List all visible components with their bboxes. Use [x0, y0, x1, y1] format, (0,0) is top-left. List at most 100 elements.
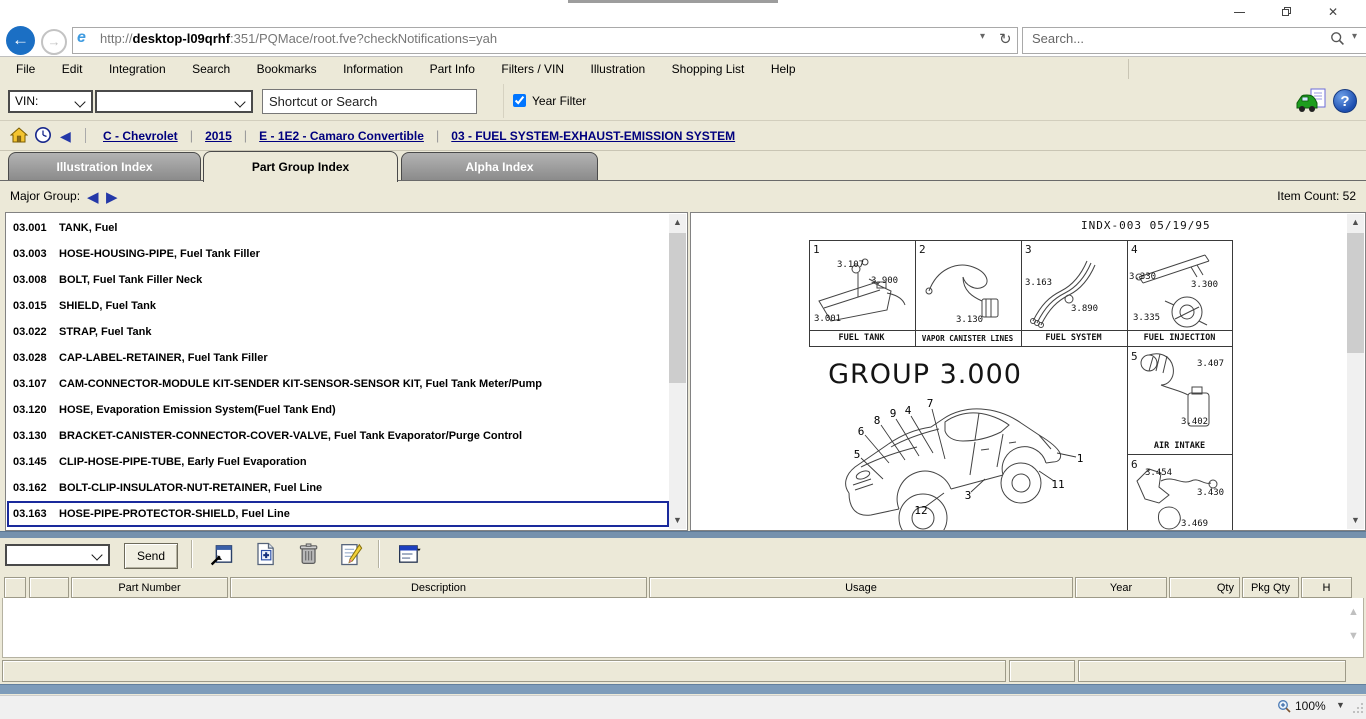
major-group-row	[0, 181, 1366, 212]
send-button[interactable]: Send	[124, 543, 178, 569]
part-ref[interactable]: 3.107	[837, 260, 864, 270]
results-scroll-down-icon[interactable]: ▼	[1348, 630, 1359, 642]
url-text[interactable]: http://desktop-l09qrhf:351/PQMace/root.f…	[100, 31, 497, 46]
list-item[interactable]: 03.107CAM-CONNECTOR-MODULE KIT-SENDER KI…	[6, 371, 646, 397]
search-icon[interactable]	[1330, 31, 1345, 46]
header-select-col[interactable]	[4, 577, 26, 598]
shortcut-search-input[interactable]	[262, 89, 477, 114]
part-ref[interactable]: 3.430	[1197, 488, 1224, 498]
list-item[interactable]: 03.145CLIP-HOSE-PIPE-TUBE, Early Fuel Ev…	[6, 449, 646, 475]
part-ref[interactable]: 3.335	[1133, 313, 1160, 323]
breadcrumb-group[interactable]: 03 - FUEL SYSTEM-EXHAUST-EMISSION SYSTEM	[451, 129, 735, 143]
menu-edit[interactable]: Edit	[51, 57, 94, 82]
resize-grip[interactable]	[1352, 702, 1364, 714]
zoom-dropdown-icon[interactable]: ▼	[1336, 700, 1345, 710]
year-filter-checkbox[interactable]	[513, 94, 526, 107]
list-item[interactable]: 03.008BOLT, Fuel Tank Filler Neck	[6, 267, 646, 293]
refresh-icon[interactable]: ↻	[999, 30, 1012, 48]
scroll-down-icon[interactable]: ▼	[669, 512, 686, 529]
send-target-select[interactable]	[5, 544, 110, 566]
part-ref[interactable]: 3.402	[1181, 417, 1208, 427]
part-ref[interactable]: 3.130	[956, 315, 983, 325]
list-scrollbar[interactable]: ▲ ▼	[669, 214, 686, 529]
home-icon[interactable]	[10, 126, 28, 144]
help-button[interactable]: ?	[1333, 89, 1357, 113]
header-h[interactable]: H	[1301, 577, 1352, 598]
menu-illustration[interactable]: Illustration	[580, 57, 657, 82]
menu-bookmarks[interactable]: Bookmarks	[246, 57, 328, 82]
menu-shopping-list[interactable]: Shopping List	[661, 57, 756, 82]
menu-information[interactable]: Information	[332, 57, 414, 82]
tab-part-group-index[interactable]: Part Group Index	[203, 151, 398, 182]
part-ref[interactable]: 3.900	[871, 276, 898, 286]
search-dropdown-icon[interactable]: ▾	[1352, 31, 1357, 42]
add-item-icon[interactable]	[250, 540, 280, 568]
part-ref[interactable]: 3.300	[1191, 280, 1218, 290]
scroll-up-icon[interactable]: ▲	[669, 214, 686, 231]
header-part-number[interactable]: Part Number	[71, 577, 228, 598]
part-ref[interactable]: 3.407	[1197, 359, 1224, 369]
part-ref[interactable]: 3.330	[1129, 272, 1156, 282]
restore-button[interactable]	[1271, 3, 1301, 22]
column-settings-icon[interactable]	[394, 540, 424, 568]
scroll-down-icon[interactable]: ▼	[1347, 512, 1364, 529]
year-filter-label[interactable]: Year Filter	[532, 94, 586, 108]
zoom-level-label[interactable]: 100%	[1295, 699, 1326, 713]
browser-search-placeholder[interactable]: Search...	[1032, 31, 1084, 46]
part-ref[interactable]: 3.469	[1181, 519, 1208, 529]
part-ref[interactable]: 3.454	[1145, 468, 1172, 478]
tab-illustration-index[interactable]: Illustration Index	[8, 152, 201, 180]
header-qty[interactable]: Qty	[1169, 577, 1240, 598]
menu-filters-vin[interactable]: Filters / VIN	[490, 57, 575, 82]
major-group-prev-icon[interactable]: ◀	[87, 188, 99, 206]
vehicle-info-icon[interactable]	[1295, 87, 1329, 115]
list-item[interactable]: 03.022STRAP, Fuel Tank	[6, 319, 646, 345]
history-clock-icon[interactable]	[34, 126, 52, 144]
menu-help[interactable]: Help	[760, 57, 807, 82]
zoom-magnifier-icon[interactable]	[1277, 699, 1292, 714]
car-callout: 8	[874, 414, 881, 427]
breadcrumb-model[interactable]: E - 1E2 - Camaro Convertible	[259, 129, 424, 143]
vehicle-select[interactable]	[95, 90, 253, 113]
list-item[interactable]: 03.001TANK, Fuel	[6, 215, 646, 241]
part-ref[interactable]: 3.163	[1025, 278, 1052, 288]
breadcrumb-year[interactable]: 2015	[205, 129, 232, 143]
list-item[interactable]: 03.162BOLT-CLIP-INSULATOR-NUT-RETAINER, …	[6, 475, 646, 501]
list-item[interactable]: 03.003HOSE-HOUSING-PIPE, Fuel Tank Fille…	[6, 241, 646, 267]
list-item[interactable]: 03.130BRACKET-CANISTER-CONNECTOR-COVER-V…	[6, 423, 646, 449]
header-flag-col[interactable]	[29, 577, 69, 598]
list-item[interactable]: 03.015SHIELD, Fuel Tank	[6, 293, 646, 319]
breadcrumb-make[interactable]: C - Chevrolet	[103, 129, 178, 143]
edit-note-icon[interactable]	[335, 540, 365, 568]
list-item[interactable]: 03.028CAP-LABEL-RETAINER, Fuel Tank Fill…	[6, 345, 646, 371]
list-item-selected[interactable]: 03.163HOSE-PIPE-PROTECTOR-SHIELD, Fuel L…	[6, 501, 646, 527]
open-window-icon[interactable]	[206, 540, 236, 568]
scrollbar-thumb[interactable]	[1347, 233, 1364, 353]
illustration-scrollbar[interactable]: ▲ ▼	[1347, 214, 1364, 529]
header-pkg-qty[interactable]: Pkg Qty	[1242, 577, 1299, 598]
list-item[interactable]: 03.120HOSE, Evaporation Emission System(…	[6, 397, 646, 423]
address-dropdown-icon[interactable]: ▾	[980, 31, 985, 42]
part-ref[interactable]: 3.890	[1071, 304, 1098, 314]
part-ref[interactable]: 3.001	[814, 314, 841, 324]
breadcrumb-back-icon[interactable]: ◀	[60, 128, 71, 145]
tab-alpha-index[interactable]: Alpha Index	[401, 152, 598, 180]
minimize-button[interactable]	[1224, 3, 1254, 22]
header-usage[interactable]: Usage	[649, 577, 1073, 598]
menu-integration[interactable]: Integration	[98, 57, 177, 82]
menu-search[interactable]: Search	[181, 57, 241, 82]
major-group-next-icon[interactable]: ▶	[106, 188, 118, 206]
header-year[interactable]: Year	[1075, 577, 1167, 598]
vin-mode-select[interactable]: VIN:	[8, 90, 93, 113]
forward-button[interactable]: →	[41, 29, 67, 55]
close-button[interactable]: ✕	[1318, 3, 1348, 22]
delete-trash-icon[interactable]	[293, 540, 323, 568]
back-button[interactable]: ←	[6, 26, 35, 55]
scrollbar-thumb[interactable]	[669, 233, 686, 383]
header-description[interactable]: Description	[230, 577, 647, 598]
results-scroll-up-icon[interactable]: ▲	[1348, 606, 1359, 618]
menu-file[interactable]: File	[5, 57, 46, 82]
menu-part-info[interactable]: Part Info	[419, 57, 486, 82]
pane-splitter[interactable]	[0, 531, 1366, 538]
scroll-up-icon[interactable]: ▲	[1347, 214, 1364, 231]
